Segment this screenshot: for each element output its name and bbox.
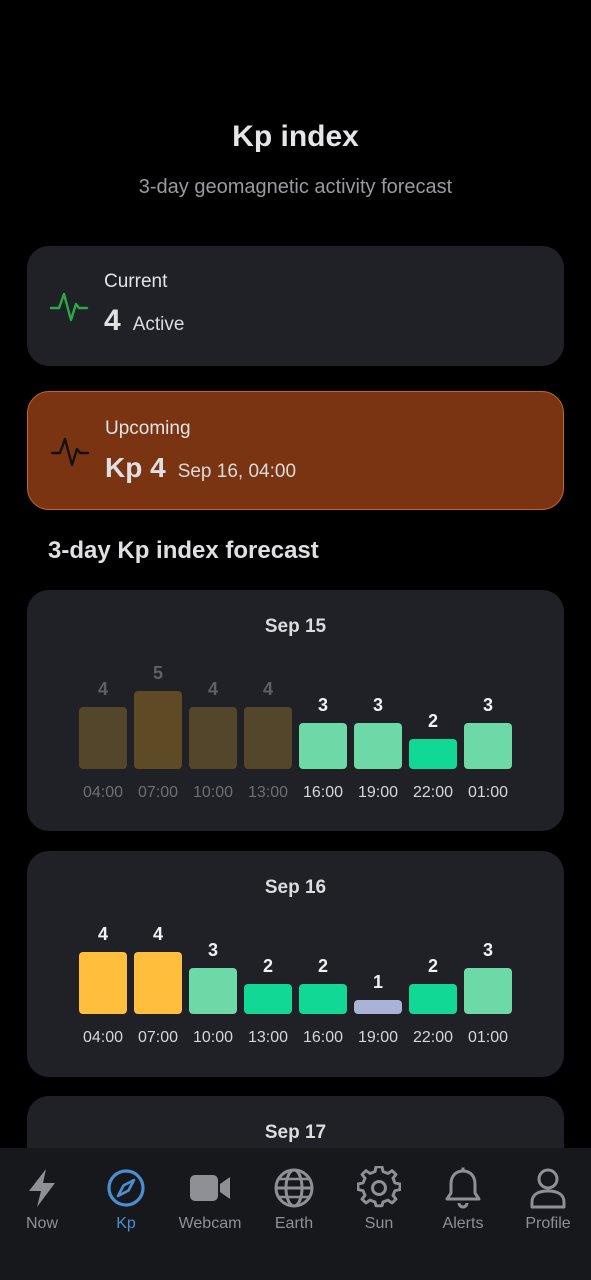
kp-bar [464, 968, 512, 1014]
bar-kp-value: 4 [262, 679, 273, 699]
page-title: Kp index [232, 120, 359, 153]
upcoming-label: Upcoming [105, 418, 191, 439]
current-label: Current [104, 271, 168, 292]
upcoming-kp-time: Sep 16, 04:00 [177, 461, 297, 482]
forecast-bar-column[interactable]: 4 04:00 [79, 851, 127, 1077]
kp-bar [79, 952, 127, 1014]
current-kp-status: Active [132, 314, 185, 335]
kp-bar [299, 984, 347, 1014]
current-kp-value: 4 [104, 304, 121, 337]
forecast-bar-column[interactable]: 2 22:00 [409, 851, 457, 1077]
current-kp-card[interactable]: Current 4 Active [27, 246, 564, 366]
tab-kp[interactable]: Kp [84, 1166, 168, 1233]
forecast-day-card: Sep 16 4 04:00 4 07:00 3 10:00 2 13:00 2 16:00 1 19… [27, 851, 564, 1077]
page-subtitle: 3-day geomagnetic activity forecast [138, 176, 453, 198]
bar-kp-value: 5 [152, 663, 163, 683]
tab-label: Sun [364, 1215, 394, 1232]
bottom-tab-bar: Now Kp Webcam Earth Sun Alerts Profile [0, 1148, 591, 1280]
bar-time-label: 01:00 [467, 1029, 509, 1046]
tab-label: Alerts [442, 1215, 484, 1232]
tab-sun[interactable]: Sun [337, 1166, 421, 1233]
bar-kp-value: 4 [97, 924, 108, 944]
tab-alerts[interactable]: Alerts [421, 1166, 505, 1233]
forecast-bar-column[interactable]: 3 16:00 [299, 590, 347, 831]
kp-bar [189, 968, 237, 1014]
bar-kp-value: 3 [482, 940, 493, 960]
tab-label: Now [25, 1215, 58, 1232]
upcoming-kp-value: Kp 4 [105, 452, 166, 483]
forecast-day-date: Sep 17 [264, 1122, 327, 1143]
kp-bar [354, 1000, 402, 1014]
bar-kp-value: 3 [317, 695, 328, 715]
kp-bar [244, 707, 292, 769]
kp-bar [189, 707, 237, 769]
bar-kp-value: 4 [97, 679, 108, 699]
bar-kp-value: 3 [372, 695, 383, 715]
tab-label: Kp [116, 1215, 136, 1232]
video-camera-icon [190, 1175, 230, 1201]
activity-pulse-icon [50, 437, 90, 467]
forecast-bars: 4 04:00 5 07:00 4 10:00 4 13:00 3 16:00 3 19:00 2 22:… [27, 590, 564, 831]
bar-kp-value: 2 [317, 956, 328, 976]
kp-bar [299, 723, 347, 769]
current-value-row: 4 Active [104, 304, 184, 338]
tab-webcam[interactable]: Webcam [168, 1166, 252, 1233]
gear-sun-icon [357, 1166, 401, 1208]
tab-earth[interactable]: Earth [252, 1166, 336, 1233]
kp-bar [134, 691, 182, 769]
forecast-bar-column[interactable]: 4 07:00 [134, 851, 182, 1077]
forecast-bar-column[interactable]: 3 19:00 [354, 590, 402, 831]
kp-bar [409, 984, 457, 1014]
forecast-bar-column[interactable]: 4 13:00 [244, 590, 292, 831]
bar-kp-value: 3 [207, 940, 218, 960]
tab-label: Profile [525, 1215, 571, 1232]
person-icon [530, 1168, 566, 1209]
lightning-icon [29, 1169, 55, 1207]
kp-bar [79, 707, 127, 769]
forecast-section-title: 3-day Kp index forecast [48, 537, 319, 564]
compass-icon [107, 1169, 145, 1207]
tab-label: Earth [274, 1215, 314, 1232]
bar-kp-value: 4 [152, 924, 163, 944]
bell-icon [445, 1167, 481, 1209]
kp-bar [464, 723, 512, 769]
bar-kp-value: 4 [207, 679, 218, 699]
bar-kp-value: 3 [482, 695, 493, 715]
kp-index-screen: Kp index 3-day geomagnetic activity fore… [0, 0, 591, 1280]
activity-pulse-icon [49, 292, 89, 322]
tab-profile[interactable]: Profile [506, 1166, 590, 1233]
forecast-bar-column[interactable]: 4 10:00 [189, 590, 237, 831]
kp-bar [244, 984, 292, 1014]
forecast-bar-column[interactable]: 3 01:00 [464, 851, 512, 1077]
forecast-bar-column[interactable]: 4 04:00 [79, 590, 127, 831]
forecast-bar-column[interactable]: 2 13:00 [244, 851, 292, 1077]
upcoming-kp-card[interactable]: Upcoming Kp 4 Sep 16, 04:00 [27, 391, 564, 510]
forecast-bar-column[interactable]: 1 19:00 [354, 851, 402, 1077]
forecast-bar-column[interactable]: 3 10:00 [189, 851, 237, 1077]
tab-label: Webcam [178, 1215, 242, 1232]
forecast-bars: 4 04:00 4 07:00 3 10:00 2 13:00 2 16:00 1 19:00 2 22:… [27, 851, 564, 1077]
forecast-bar-column[interactable]: 3 01:00 [464, 590, 512, 831]
upcoming-value-row: Kp 4 Sep 16, 04:00 [105, 452, 296, 484]
globe-icon [274, 1168, 314, 1208]
bar-kp-value: 2 [262, 956, 273, 976]
kp-bar [354, 723, 402, 769]
bar-kp-value: 1 [372, 972, 383, 992]
forecast-day-card: Sep 15 4 04:00 5 07:00 4 10:00 4 13:00 3 16:00 3 19… [27, 590, 564, 831]
forecast-bar-column[interactable]: 5 07:00 [134, 590, 182, 831]
kp-bar [409, 739, 457, 769]
bar-kp-value: 2 [427, 711, 438, 731]
kp-bar [134, 952, 182, 1014]
forecast-bar-column[interactable]: 2 22:00 [409, 590, 457, 831]
forecast-bar-column[interactable]: 2 16:00 [299, 851, 347, 1077]
bar-kp-value: 2 [427, 956, 438, 976]
bar-time-label: 01:00 [467, 784, 509, 801]
tab-now[interactable]: Now [0, 1166, 84, 1233]
